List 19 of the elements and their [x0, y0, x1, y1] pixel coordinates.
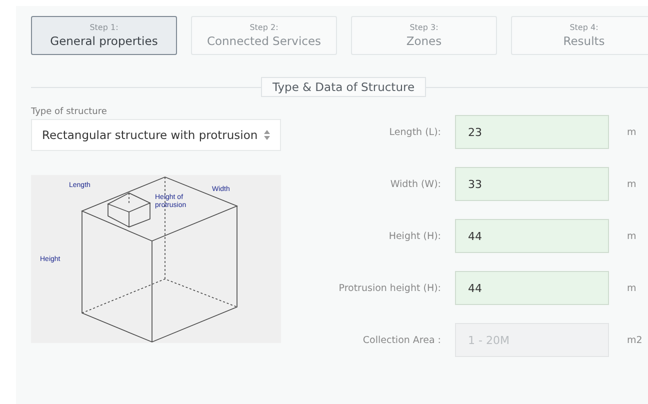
- input-field[interactable]: 23: [455, 115, 609, 149]
- field-label: Length (L):: [388, 126, 441, 138]
- unit-label: m: [627, 178, 636, 190]
- input-field[interactable]: 33: [455, 167, 609, 201]
- unit-label: m2: [627, 334, 642, 346]
- field-label: Collection Area :: [362, 334, 441, 346]
- unit-label: m: [627, 126, 636, 138]
- field-label: Height (H):: [388, 230, 441, 242]
- sort-icon: [264, 130, 270, 140]
- unit-label: m: [627, 230, 636, 242]
- step-tab[interactable]: Step 1: General properties: [31, 16, 177, 55]
- structure-type-select[interactable]: Rectangular structure with protrusion: [31, 119, 281, 151]
- unit-label: m: [627, 282, 636, 294]
- section-title: Type & Data of Structure: [261, 77, 426, 97]
- field-label: Type of structure: [31, 107, 108, 117]
- field-label: Protrusion height (H):: [338, 282, 441, 294]
- input-field[interactable]: 44: [455, 219, 609, 253]
- input-field[interactable]: 44: [455, 271, 609, 305]
- field-label: Width (W):: [389, 178, 441, 190]
